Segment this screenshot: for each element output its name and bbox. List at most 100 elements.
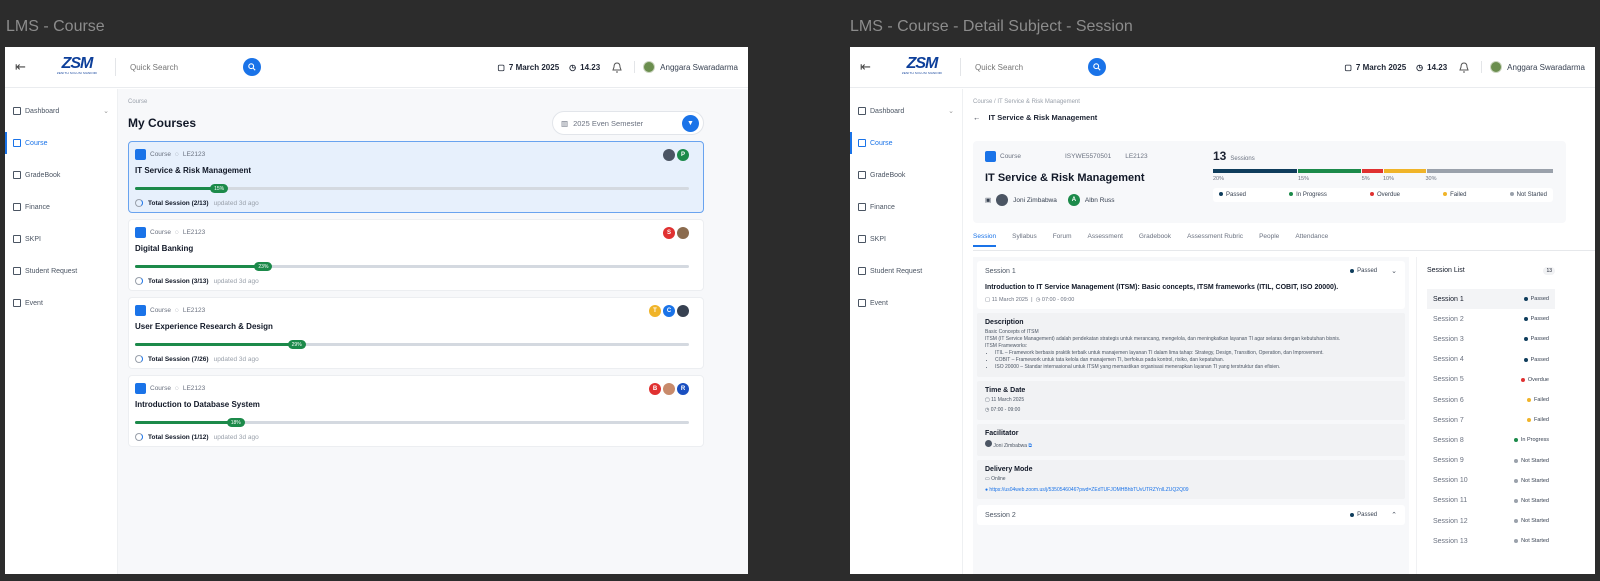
course-title: User Experience Research & Design xyxy=(135,322,273,331)
breadcrumb: Course / IT Service & Risk Management xyxy=(973,99,1080,105)
book-icon xyxy=(135,383,146,394)
book-icon xyxy=(135,149,146,160)
chevron-down-icon: ⌄ xyxy=(103,108,109,115)
avatar-group: TC xyxy=(649,305,689,317)
status-dot xyxy=(1514,498,1519,503)
open-link-icon[interactable]: ⧉ xyxy=(1028,443,1032,449)
course-card[interactable]: Course ◌ LE2123 T C User Experience Research … xyxy=(128,297,704,369)
bell-icon[interactable] xyxy=(610,60,624,74)
session-list-item[interactable]: Session 12 Not Started xyxy=(1427,511,1555,531)
search-input[interactable] xyxy=(975,62,1080,72)
sidebar-item-event[interactable]: Event xyxy=(850,287,962,319)
session-list-item[interactable]: Session 4 Passed xyxy=(1427,350,1555,370)
session-list-item[interactable]: Session 8 In Progress xyxy=(1427,430,1555,450)
session-list-item[interactable]: Session 5 Overdue xyxy=(1427,370,1555,390)
session-card[interactable]: Session 2 Passed ⌃ xyxy=(977,505,1405,525)
avatar: A xyxy=(1067,194,1080,206)
course-title: Introduction to Database System xyxy=(135,400,260,409)
session-card[interactable]: Session 1 Passed ⌄ Introduction to IT Serv… xyxy=(977,261,1405,309)
lightbulb-icon: ◌ xyxy=(174,229,179,236)
session-progress: 13 Sessions 20% 15% 5% 10% 30% Passed In Progr… xyxy=(1213,149,1553,202)
status-legend: Passed In Progress Overdue Failed Not Starte… xyxy=(1213,188,1553,202)
tab-forum[interactable]: Forum xyxy=(1053,233,1072,245)
user-menu[interactable]: Anggara Swaradarma xyxy=(1481,61,1585,73)
sidebar-item-dashboard[interactable]: Dashboard ⌄ xyxy=(5,95,117,127)
session-title: Introduction to IT Service Management (I… xyxy=(985,284,1339,291)
session-list-item[interactable]: Session 10 Not Started xyxy=(1427,471,1555,491)
sidebar-item-skpi[interactable]: SKPI xyxy=(850,223,962,255)
session-list-item[interactable]: Session 9 Not Started xyxy=(1427,451,1555,471)
avatar xyxy=(663,149,675,161)
chevron-down-icon[interactable]: ⌄ xyxy=(1391,267,1397,275)
progress-fill xyxy=(135,265,263,268)
session-list-item[interactable]: Session 2 Passed xyxy=(1427,309,1555,329)
sidebar-item-dashboard[interactable]: Dashboard ⌄ xyxy=(850,95,962,127)
session-list-item[interactable]: Session 7 Failed xyxy=(1427,410,1555,430)
session-list-item[interactable]: Session 13 Not Started xyxy=(1427,531,1555,551)
book-icon xyxy=(135,227,146,238)
list-icon xyxy=(858,235,866,243)
progress-percent-labels: 20% 15% 5% 10% 30% xyxy=(1213,176,1553,182)
event-icon xyxy=(13,299,21,307)
sidebar-item-student-request[interactable]: Student Request xyxy=(850,255,962,287)
avatar-group: S xyxy=(663,227,689,239)
legend-item: Passed xyxy=(1219,192,1246,198)
course-card[interactable]: Course ◌ LE2123 B R Introduction to Database … xyxy=(128,375,704,447)
search-icon[interactable] xyxy=(1088,58,1106,76)
tab-people[interactable]: People xyxy=(1259,233,1279,245)
semester-select[interactable]: ▥ 2025 Even Semester ▼ xyxy=(552,111,704,135)
chevron-down-icon[interactable]: ▼ xyxy=(682,114,699,132)
collapse-sidebar-button[interactable]: ⇤ xyxy=(860,59,884,75)
status-dot xyxy=(1513,438,1518,443)
time-display: 14.23 xyxy=(1427,62,1448,72)
sidebar-item-gradebook[interactable]: GradeBook xyxy=(850,159,962,191)
progress-percent: 20% xyxy=(1213,176,1225,182)
sidebar-item-event[interactable]: Event xyxy=(5,287,117,319)
session-content: Session 1 Passed ⌄ Introduction to IT Serv… xyxy=(973,257,1409,574)
session-list-item[interactable]: Session 11 Not Started xyxy=(1427,491,1555,511)
list-item: COBIT – Framework untuk tata kelola dan … xyxy=(995,357,1397,364)
sidebar-item-student-request[interactable]: Student Request xyxy=(5,255,117,287)
tab-gradebook[interactable]: Gradebook xyxy=(1139,233,1171,245)
course-frame: ⇤ ZSM ZENITH SOLUSI MANDIRI ▢7 March 202… xyxy=(5,47,748,574)
sidebar-item-finance[interactable]: Finance xyxy=(5,191,117,223)
course-card[interactable]: Course ◌ LE2123 S Digital Banking 23% Total Se… xyxy=(128,219,704,291)
tab-assessment-rubric[interactable]: Assessment Rubric xyxy=(1187,233,1243,245)
back-arrow-icon[interactable]: ← xyxy=(973,113,981,122)
sidebar-item-finance[interactable]: Finance xyxy=(850,191,962,223)
tab-syllabus[interactable]: Syllabus xyxy=(1012,233,1037,245)
sidebar-item-course[interactable]: Course xyxy=(5,127,117,159)
bell-icon[interactable] xyxy=(1457,60,1471,74)
status-dot xyxy=(1514,458,1519,463)
session-list-item[interactable]: Session 6 Failed xyxy=(1427,390,1555,410)
meeting-link[interactable]: https://us04web.zoom.us/j/5350546046?pwd… xyxy=(989,487,1188,493)
session-list-item[interactable]: Session 1 Passed xyxy=(1427,289,1555,310)
search-input[interactable] xyxy=(130,62,235,72)
status-dot xyxy=(1523,317,1528,322)
avatar: R xyxy=(677,383,689,395)
list-icon xyxy=(13,235,21,243)
sidebar-item-skpi[interactable]: SKPI xyxy=(5,223,117,255)
course-code: LE2123 xyxy=(1125,153,1148,160)
progress-ring-icon xyxy=(135,433,143,441)
course-title: IT Service & Risk Management xyxy=(135,166,252,175)
collapse-sidebar-button[interactable]: ⇤ xyxy=(15,59,39,75)
calendar-icon: ▢ xyxy=(985,297,992,303)
lightbulb-icon: ◌ xyxy=(174,151,179,158)
user-menu[interactable]: Anggara Swaradarma xyxy=(634,61,738,73)
tab-attendance[interactable]: Attendance xyxy=(1295,233,1328,245)
sidebar-item-course[interactable]: Course xyxy=(850,127,962,159)
session-count-badge: 13 xyxy=(1543,267,1555,275)
list-item: ISO 20000 – Standar internasional untuk … xyxy=(995,364,1397,371)
search-icon[interactable] xyxy=(243,58,261,76)
tab-assessment[interactable]: Assessment xyxy=(1087,233,1122,245)
chevron-up-icon[interactable]: ⌃ xyxy=(1391,511,1397,519)
session-list-item[interactable]: Session 3 Passed xyxy=(1427,329,1555,349)
course-card[interactable]: Course ◌ LE2123 P IT Service & Risk Manageme… xyxy=(128,141,704,213)
time-date-block: Time & Date ▢ 11 March 2025 ◷ 07:00 - 09… xyxy=(977,381,1405,420)
finance-icon xyxy=(858,203,866,211)
request-icon xyxy=(858,267,866,275)
book-icon xyxy=(135,305,146,316)
tab-session[interactable]: Session xyxy=(973,233,997,247)
sidebar-item-gradebook[interactable]: GradeBook xyxy=(5,159,117,191)
